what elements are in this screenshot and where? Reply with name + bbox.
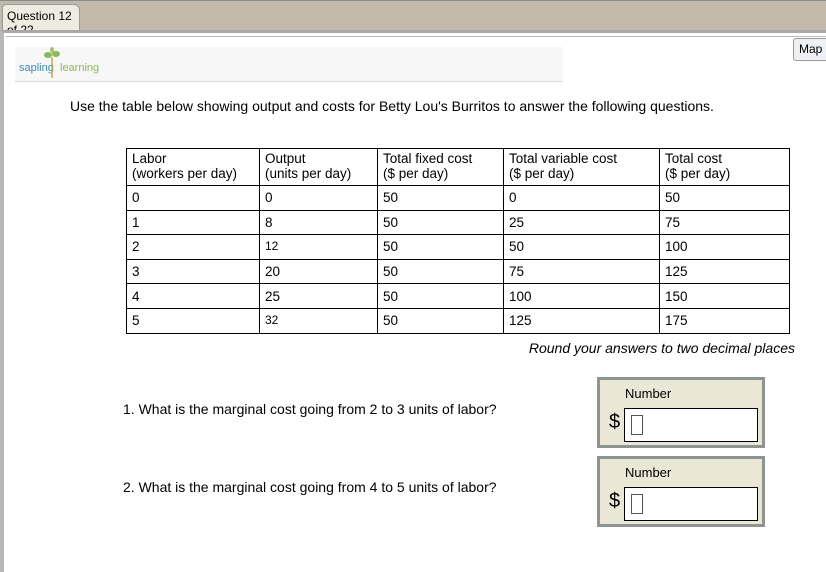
table-cell: 50 [659,185,790,211]
header-cell: Output (units per day) [259,148,378,186]
instructions: Use the table below showing output and c… [70,98,714,114]
sprout-icon [44,47,60,78]
table-cell: 0 [126,185,260,211]
table-cell: 100 [659,234,790,260]
table-cell: 25 [259,283,378,309]
table-cell: 125 [659,258,790,285]
dollar-sign: $ [609,411,621,433]
table-cell: 75 [503,258,660,285]
table-cell: 2 [126,234,260,260]
table-cell: 50 [377,185,504,211]
number-label: Number [625,465,672,480]
table-row: 3 20 50 75 125 [126,258,790,285]
table-cell: 50 [377,283,504,309]
table-cell: 0 [259,185,378,211]
table-cell: 125 [503,307,660,334]
table-row: 1 8 50 25 75 [126,209,790,236]
header-cell: Total variable cost ($ per day) [503,148,660,186]
question-2-text: 2. What is the marginal cost going from … [123,479,497,495]
header-cell: Total cost ($ per day) [659,148,790,186]
table-cell: 75 [659,209,790,236]
answer-1-input[interactable] [624,408,758,442]
table-cell: 0 [503,185,660,211]
number-label: Number [625,386,672,401]
table-cell: 4 [126,283,260,309]
table-cell: 3 [126,258,260,285]
table-cell: 50 [503,234,660,260]
table-row: 4 25 50 100 150 [126,283,790,309]
answer-box-2: Number $ [597,456,765,527]
cost-table: Labor (workers per day) Output (units per … [126,148,790,334]
table-row: 5 32 50 125 175 [126,307,790,334]
table-cell: 5 [126,307,260,334]
table-cell: 100 [503,283,660,309]
table-header-row: Labor (workers per day) Output (units per … [126,148,790,186]
question-1-text: 1. What is the marginal cost going from … [123,401,497,417]
table-cell: 50 [377,234,504,260]
dollar-sign: $ [609,490,621,512]
tab-question[interactable]: Question 12 of 22 [2,4,80,37]
table-cell: 50 [377,209,504,236]
header-cell: Labor (workers per day) [126,148,260,186]
map-button[interactable]: Map [793,38,826,61]
logo-text-learning: learning [60,62,100,74]
sapling-learning-logo: sapling learning [15,47,563,82]
header-cell: Total fixed cost ($ per day) [377,148,504,186]
table-row: 2 12 50 50 100 [126,234,790,260]
table-cell: 50 [377,307,504,334]
table-cell: 25 [503,209,660,236]
tab-bar: Question 12 of 22 [0,0,826,37]
table-cell: 32 [259,307,378,334]
answer-2-input[interactable] [624,487,758,521]
table-cell: 20 [259,258,378,285]
table-cell: 8 [259,209,378,236]
table-cell: 150 [659,283,790,309]
table-cell: 1 [126,209,260,236]
answer-box-1: Number $ [597,377,765,448]
table-row: 0 0 50 0 50 [126,185,790,211]
table-cell: 175 [659,307,790,334]
table-cell: 50 [377,258,504,285]
rounding-note: Round your answers to two decimal places [528,340,795,356]
table-cell: 12 [259,234,378,260]
